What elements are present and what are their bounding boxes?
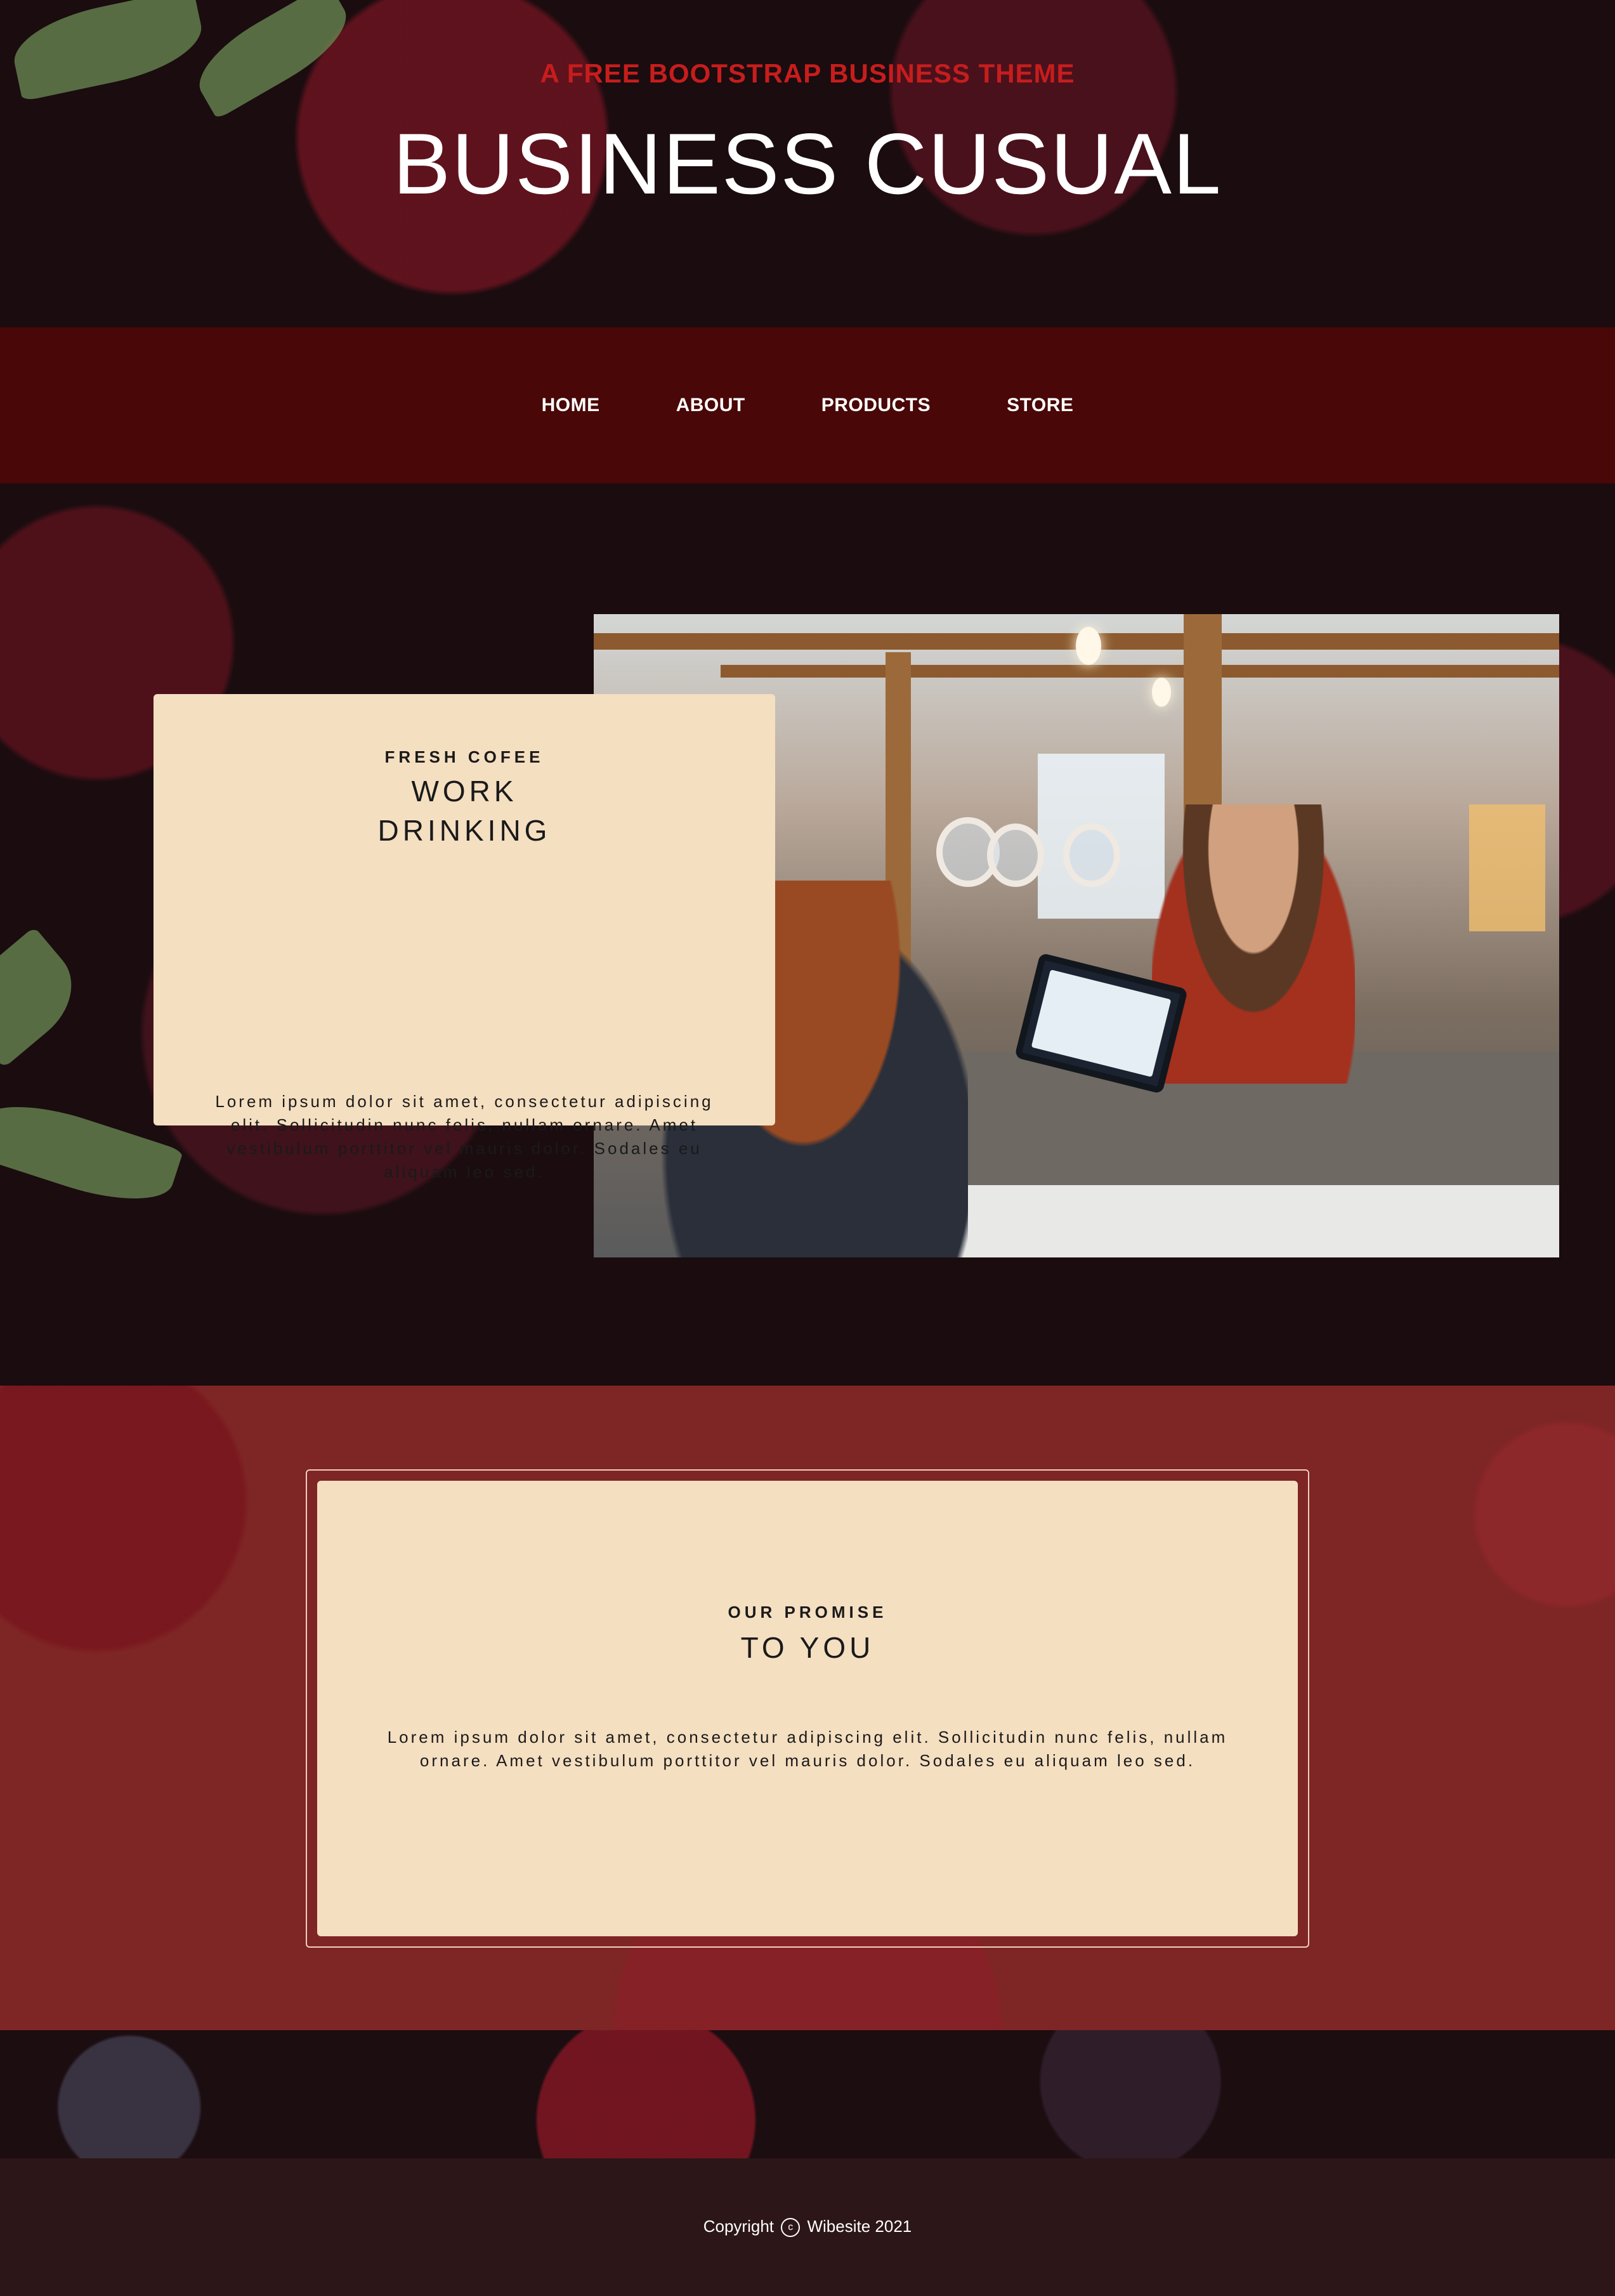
salon-mirror <box>1063 823 1120 887</box>
promise-eyebrow: OUR PROMISE <box>728 1603 887 1622</box>
intro-heading: WORK DRINKING <box>154 771 775 850</box>
berry-background-strip <box>0 2030 1615 2158</box>
intro-eyebrow: FRESH COFEE <box>384 747 544 766</box>
nav-link-store[interactable]: STORE <box>1007 395 1073 416</box>
site-header: A FREE BOOTSTRAP BUSINESS THEME BUSINESS… <box>0 0 1615 327</box>
pendant-lamp <box>1152 678 1171 707</box>
intro-body: Lorem ipsum dolor sit amet, consectetur … <box>215 1092 714 1181</box>
main-navigation: HOME ABOUT PRODUCTS STORE <box>0 327 1615 483</box>
promise-card: OUR PROMISE TO YOU Lorem ipsum dolor sit… <box>317 1481 1298 1936</box>
promise-body: Lorem ipsum dolor sit amet, consectetur … <box>387 1728 1228 1770</box>
nav-link-about[interactable]: ABOUT <box>676 395 745 416</box>
copyright-text: Copyright c Wibesite 2021 <box>0 2217 1615 2238</box>
nav-link-home[interactable]: HOME <box>542 395 600 416</box>
counter-front <box>949 1185 1559 1257</box>
intro-heading-line2: DRINKING <box>377 814 551 847</box>
intro-section: FRESH COFEE WORK DRINKING Lorem ipsum do… <box>0 483 1615 1386</box>
site-footer: Copyright c Wibesite 2021 <box>0 2158 1615 2296</box>
intro-heading-line1: WORK <box>411 775 518 808</box>
site-title: BUSINESS CUSUAL <box>393 115 1222 212</box>
window <box>1469 804 1545 931</box>
copyright-icon: c <box>781 2218 801 2238</box>
site-tagline: A FREE BOOTSTRAP BUSINESS THEME <box>540 58 1075 88</box>
copyright-prefix: Copyright <box>703 2217 775 2236</box>
promise-heading: TO YOU <box>740 1631 875 1664</box>
promise-section: OUR PROMISE TO YOU Lorem ipsum dolor sit… <box>0 1386 1615 2030</box>
copyright-suffix: Wibesite 2021 <box>807 2217 912 2236</box>
ceiling-beam <box>721 665 1559 678</box>
nav-link-products[interactable]: PRODUCTS <box>821 395 931 416</box>
salon-mirror <box>987 823 1044 887</box>
strawberry-leaf-decoration <box>0 926 91 1068</box>
pos-screen <box>1031 969 1172 1077</box>
intro-card: FRESH COFEE WORK DRINKING Lorem ipsum do… <box>154 694 775 1181</box>
pendant-lamp <box>1076 627 1101 665</box>
cashier-person <box>1152 804 1355 1084</box>
